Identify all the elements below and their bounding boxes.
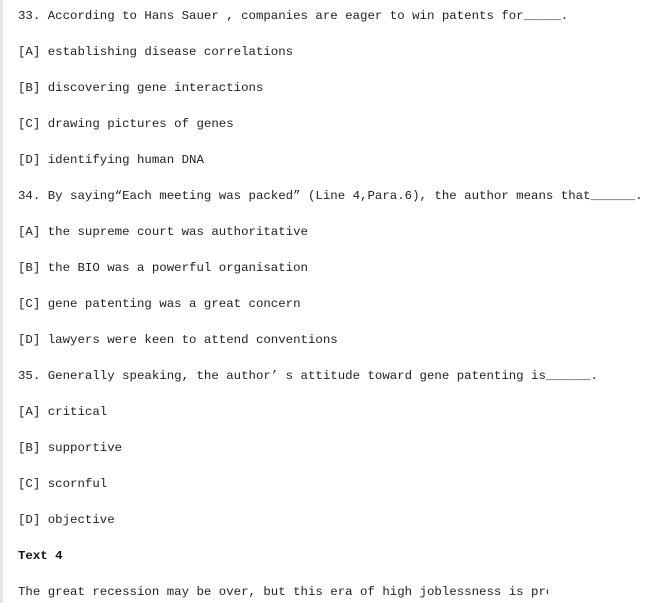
question-34-option-a: [A] the supreme court was authoritative — [18, 225, 308, 239]
question-33-option-b: [B] discovering gene interactions — [18, 81, 264, 95]
document-page: 33. According to Hans Sauer , companies … — [0, 0, 649, 603]
section-heading: Text 4 — [18, 549, 63, 563]
question-34-stem: 34. By saying“Each meeting was packed” (… — [18, 189, 643, 203]
question-33-option-d: [D] identifying human DNA — [18, 153, 204, 167]
question-34-option-c: [C] gene patenting was a great concern — [18, 297, 301, 311]
passage-first-line: The great recession may be over, but thi… — [18, 585, 548, 599]
question-35-option-c: [C] scornful — [18, 477, 108, 491]
question-34-option-b: [B] the BIO was a powerful organisation — [18, 261, 308, 275]
question-35-option-b: [B] supportive — [18, 441, 123, 455]
question-33-stem: 33. According to Hans Sauer , companies … — [18, 9, 569, 23]
question-35-stem: 35. Generally speaking, the author’ s at… — [18, 369, 598, 383]
question-33-option-c: [C] drawing pictures of genes — [18, 117, 234, 131]
question-34-option-d: [D] lawyers were keen to attend conventi… — [18, 333, 338, 347]
question-35-option-d: [D] objective — [18, 513, 115, 527]
question-35-option-a: [A] critical — [18, 405, 108, 419]
question-33-option-a: [A] establishing disease correlations — [18, 45, 294, 59]
